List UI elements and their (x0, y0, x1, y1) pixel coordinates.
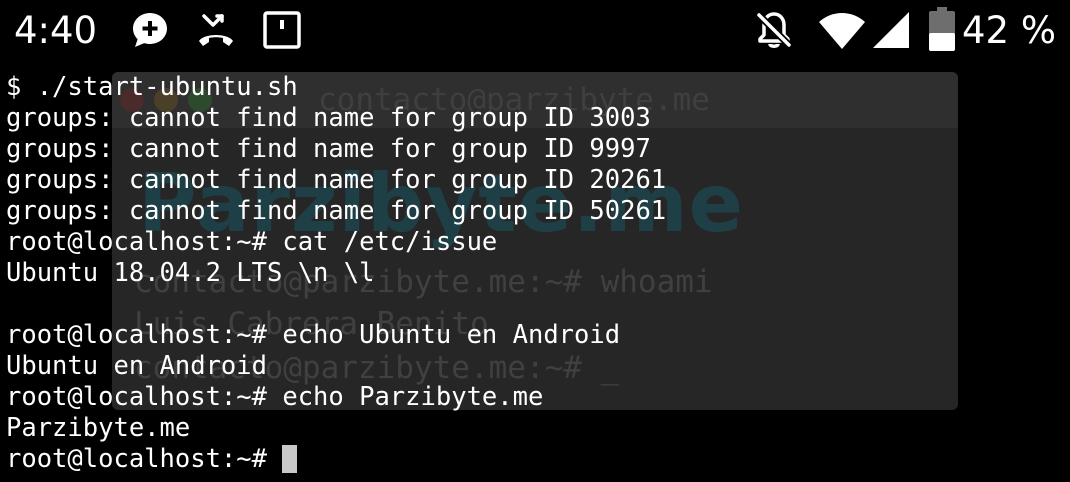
terminal-line: Ubuntu en Android (6, 351, 267, 381)
chat-bubble-add-icon (130, 10, 170, 50)
app-notification-icon (262, 10, 302, 50)
terminal-line: root@localhost:~# echo Ubuntu en Android (6, 320, 621, 350)
terminal-line: groups: cannot find name for group ID 99… (6, 134, 651, 164)
terminal-input-line[interactable]: root@localhost:~# (6, 444, 666, 475)
status-bar: 4:40 42 % (0, 0, 1070, 64)
terminal-line: groups: cannot find name for group ID 30… (6, 103, 651, 133)
terminal-cursor[interactable] (282, 445, 298, 473)
battery-percent: 42 % (962, 9, 1056, 52)
terminal-line: groups: cannot find name for group ID 20… (6, 165, 667, 195)
terminal-line: groups: cannot find name for group ID 50… (6, 196, 667, 226)
terminal-line: Ubuntu 18.04.2 LTS \n \l (6, 258, 375, 288)
cellular-signal-icon (872, 10, 912, 50)
notifications-off-icon (754, 10, 794, 50)
terminal-prompt: root@localhost:~# (6, 444, 283, 474)
missed-call-icon (196, 10, 236, 50)
terminal-line: $ ./start-ubuntu.sh (6, 72, 298, 102)
terminal-output[interactable]: $ ./start-ubuntu.sh groups: cannot find … (6, 72, 666, 475)
wifi-icon (818, 10, 866, 50)
status-time: 4:40 (14, 9, 98, 52)
terminal-line: Parzibyte.me (6, 413, 191, 443)
terminal-line: root@localhost:~# echo Parzibyte.me (6, 382, 544, 412)
terminal-line: root@localhost:~# cat /etc/issue (6, 227, 498, 257)
battery-icon (926, 6, 958, 52)
